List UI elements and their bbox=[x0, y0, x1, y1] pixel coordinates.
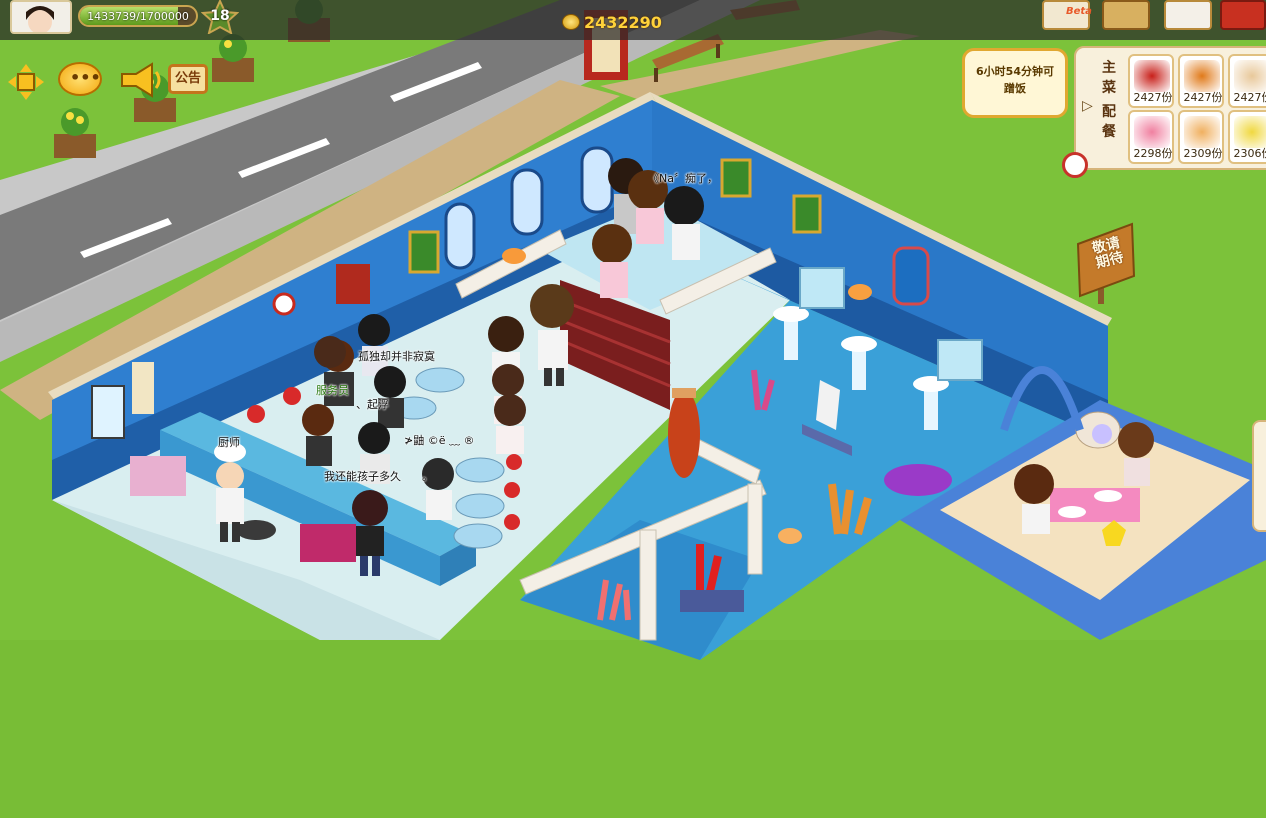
chat-bubble: 孤独却并非寂寞 bbox=[358, 350, 435, 363]
notice-button[interactable]: 公告 bbox=[168, 64, 208, 94]
chat-bubble: ≯鼬 ©ё ﹏ ® bbox=[404, 434, 475, 447]
freeload-timer[interactable]: 6小时54分钟可 蹭饭 bbox=[962, 48, 1068, 118]
dish-count: 2306份 bbox=[1233, 147, 1266, 160]
timer-line-2: 蹭饭 bbox=[1004, 82, 1026, 95]
chat-bubble: 、起浮 bbox=[356, 398, 389, 411]
menu-dish-slot[interactable]: 2427份 bbox=[1178, 54, 1224, 108]
salad-bar bbox=[130, 456, 186, 496]
dish-count: 2427份 bbox=[1133, 91, 1173, 104]
dining-table[interactable] bbox=[453, 523, 503, 549]
red-chair bbox=[506, 454, 522, 470]
dish-image bbox=[1234, 116, 1266, 148]
coin-amount: 2432290 bbox=[584, 13, 662, 32]
move-button[interactable] bbox=[8, 64, 44, 100]
coming-soon-text: 敬请期待 bbox=[1090, 234, 1126, 272]
dish-count: 2309份 bbox=[1183, 147, 1223, 160]
chat-bubble: 。 bbox=[422, 470, 433, 483]
red-chair bbox=[283, 387, 301, 405]
player-portrait-icon bbox=[12, 2, 70, 32]
dish-count: 2298份 bbox=[1133, 147, 1173, 160]
notice-label: 公告 bbox=[174, 71, 201, 86]
dish-image bbox=[1134, 60, 1170, 92]
coming-soon-sign: 敬请期待 bbox=[1078, 226, 1134, 296]
beta-label: Beta bbox=[1066, 6, 1092, 17]
arched-window bbox=[510, 168, 544, 236]
tab-side-dish-char2[interactable]: 餐 bbox=[1098, 122, 1120, 142]
menu-tabs: 主 菜 配 餐 bbox=[1098, 58, 1120, 142]
tab-main-dish-char2[interactable]: 菜 bbox=[1098, 78, 1120, 98]
timer-line-1: 6小时54分钟可 bbox=[976, 65, 1054, 78]
shop-button[interactable] bbox=[1220, 0, 1266, 30]
arched-window bbox=[580, 146, 614, 214]
beta-button[interactable]: Beta bbox=[1042, 0, 1092, 30]
move-arrows-icon bbox=[8, 64, 44, 100]
red-chair bbox=[504, 514, 520, 530]
wall-painting bbox=[336, 264, 370, 304]
player-avatar[interactable] bbox=[10, 0, 72, 34]
pink-table bbox=[1050, 488, 1140, 522]
wall-painting bbox=[408, 230, 440, 274]
decorative-vase bbox=[668, 390, 700, 478]
chef-name-label: 厨师 bbox=[218, 436, 240, 449]
dish-image bbox=[1184, 60, 1220, 92]
megaphone-button[interactable] bbox=[116, 62, 162, 98]
menu-panel: ▷ 主 菜 配 餐 2427份 2427份 2427份 2298份 2309份 … bbox=[1074, 46, 1266, 170]
clock-icon[interactable] bbox=[1062, 152, 1088, 178]
menu-dish-slot[interactable]: 2306份 bbox=[1228, 110, 1266, 164]
pearl bbox=[1092, 424, 1112, 444]
sea-anemone bbox=[884, 464, 952, 496]
chat-bubble: 我还能孩子多久 bbox=[324, 470, 401, 483]
wall-window bbox=[91, 385, 125, 439]
dish-image bbox=[1134, 116, 1170, 148]
fish-tank bbox=[799, 267, 845, 309]
dining-table[interactable] bbox=[455, 457, 505, 483]
cooking-station bbox=[300, 524, 356, 562]
fish-tank bbox=[937, 339, 983, 381]
dish-image bbox=[1234, 60, 1266, 92]
menu-dish-slot[interactable]: 2309份 bbox=[1178, 110, 1224, 164]
side-panel-tab[interactable] bbox=[1252, 420, 1266, 532]
tab-main-dish-char1[interactable]: 主 bbox=[1098, 58, 1120, 78]
arched-window bbox=[444, 202, 476, 270]
dining-table[interactable] bbox=[415, 367, 465, 393]
chef-button[interactable] bbox=[1164, 0, 1212, 30]
wall-painting bbox=[720, 158, 752, 198]
experience-text: 1433739/1700000 bbox=[87, 10, 189, 23]
experience-bar: 1433739/1700000 bbox=[78, 5, 198, 27]
chat-bubble: 《Na〞痴了， bbox=[648, 172, 718, 185]
waiter-name-label: 服务员 bbox=[316, 384, 349, 397]
wall-painting bbox=[792, 194, 822, 234]
dish-count: 2427份 bbox=[1233, 91, 1266, 104]
balustrade-column bbox=[639, 529, 657, 641]
level-number: 18 bbox=[210, 8, 230, 24]
menu-dish-slot[interactable]: 2427份 bbox=[1228, 54, 1266, 108]
balustrade-column bbox=[747, 483, 763, 575]
red-chair bbox=[504, 482, 520, 498]
menu-dish-slot[interactable]: 2298份 bbox=[1128, 110, 1174, 164]
wall-mirror bbox=[892, 246, 930, 306]
wall-scroll bbox=[132, 362, 154, 414]
dish-image bbox=[1184, 116, 1220, 148]
ellipsis-speech-icon: ••• bbox=[70, 68, 101, 87]
chat-button[interactable]: ••• bbox=[58, 62, 102, 96]
menu-dish-slot[interactable]: 2427份 bbox=[1128, 54, 1174, 108]
megaphone-icon bbox=[121, 62, 161, 98]
coin-icon bbox=[562, 14, 580, 30]
grass-shade bbox=[0, 640, 1266, 818]
collapse-arrow-icon[interactable]: ▷ bbox=[1082, 98, 1093, 114]
wall-clock bbox=[272, 292, 296, 316]
dish-count: 2427份 bbox=[1183, 91, 1223, 104]
coral-planter bbox=[680, 590, 744, 612]
tab-side-dish-char1[interactable]: 配 bbox=[1098, 102, 1120, 122]
level-badge: 18 bbox=[200, 0, 240, 35]
dining-table[interactable] bbox=[455, 493, 505, 519]
kitchen-button[interactable] bbox=[1102, 0, 1150, 30]
red-chair bbox=[247, 405, 265, 423]
character-customer[interactable] bbox=[314, 336, 346, 368]
